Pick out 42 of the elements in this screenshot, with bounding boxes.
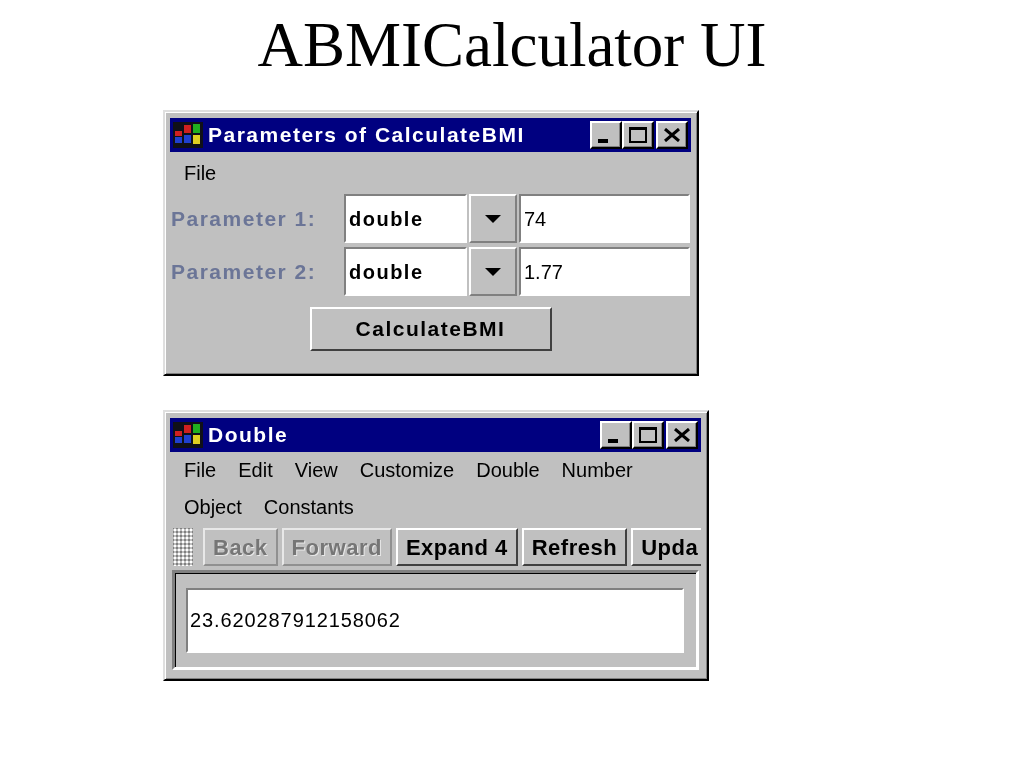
dropdown-button[interactable] bbox=[469, 194, 517, 243]
value-input[interactable]: 74 bbox=[519, 194, 690, 243]
dropdown-button[interactable] bbox=[469, 247, 517, 296]
value-input[interactable]: 1.77 bbox=[519, 247, 690, 296]
type-dropdown[interactable]: double bbox=[344, 247, 467, 296]
minimize-icon bbox=[608, 439, 618, 443]
colored-blocks-icon bbox=[173, 122, 203, 148]
maximize-button[interactable] bbox=[622, 121, 654, 149]
close-icon bbox=[674, 428, 690, 442]
output-field[interactable]: 23.620287912158062 bbox=[186, 588, 684, 653]
window-title: Double bbox=[208, 422, 289, 449]
minimize-button[interactable] bbox=[590, 121, 622, 149]
toolbar-button[interactable]: Refresh bbox=[521, 528, 628, 566]
maximize-button[interactable] bbox=[632, 421, 664, 449]
caret-icon bbox=[485, 214, 501, 223]
maximize-icon bbox=[639, 427, 657, 443]
menu-item[interactable]: View bbox=[283, 452, 349, 489]
menu-item[interactable]: Double bbox=[465, 452, 551, 489]
toolbar-button[interactable]: Expand 4 bbox=[395, 528, 518, 566]
type-dropdown[interactable]: double bbox=[344, 194, 467, 243]
close-button[interactable] bbox=[656, 121, 688, 149]
window-title: Parameters of CalculateBMI bbox=[208, 122, 525, 149]
toolbar-grip[interactable] bbox=[173, 528, 193, 566]
caret-icon bbox=[485, 267, 501, 276]
menu-item[interactable]: File bbox=[173, 152, 228, 194]
minimize-button[interactable] bbox=[600, 421, 632, 449]
calculate-button[interactable]: CalculateBMI bbox=[309, 307, 552, 351]
menu-item[interactable]: Object bbox=[173, 489, 253, 526]
colored-blocks-icon bbox=[173, 422, 203, 448]
close-button[interactable] bbox=[666, 421, 698, 449]
parameter-label: Parameter 1: bbox=[170, 205, 318, 232]
menu-item[interactable]: Edit bbox=[227, 452, 284, 489]
slide-title: ABMICalculator UI bbox=[256, 12, 768, 78]
menu-item[interactable]: Customize bbox=[348, 452, 466, 489]
toolbar-button[interactable]: Upda bbox=[631, 528, 701, 566]
menu-item[interactable]: Constants bbox=[252, 489, 365, 526]
menu-item[interactable]: Number bbox=[550, 452, 644, 489]
menu-item[interactable]: File bbox=[173, 452, 228, 489]
parameter-label: Parameter 2: bbox=[170, 258, 318, 285]
minimize-icon bbox=[598, 139, 608, 143]
close-icon bbox=[664, 128, 680, 142]
maximize-icon bbox=[629, 127, 647, 143]
